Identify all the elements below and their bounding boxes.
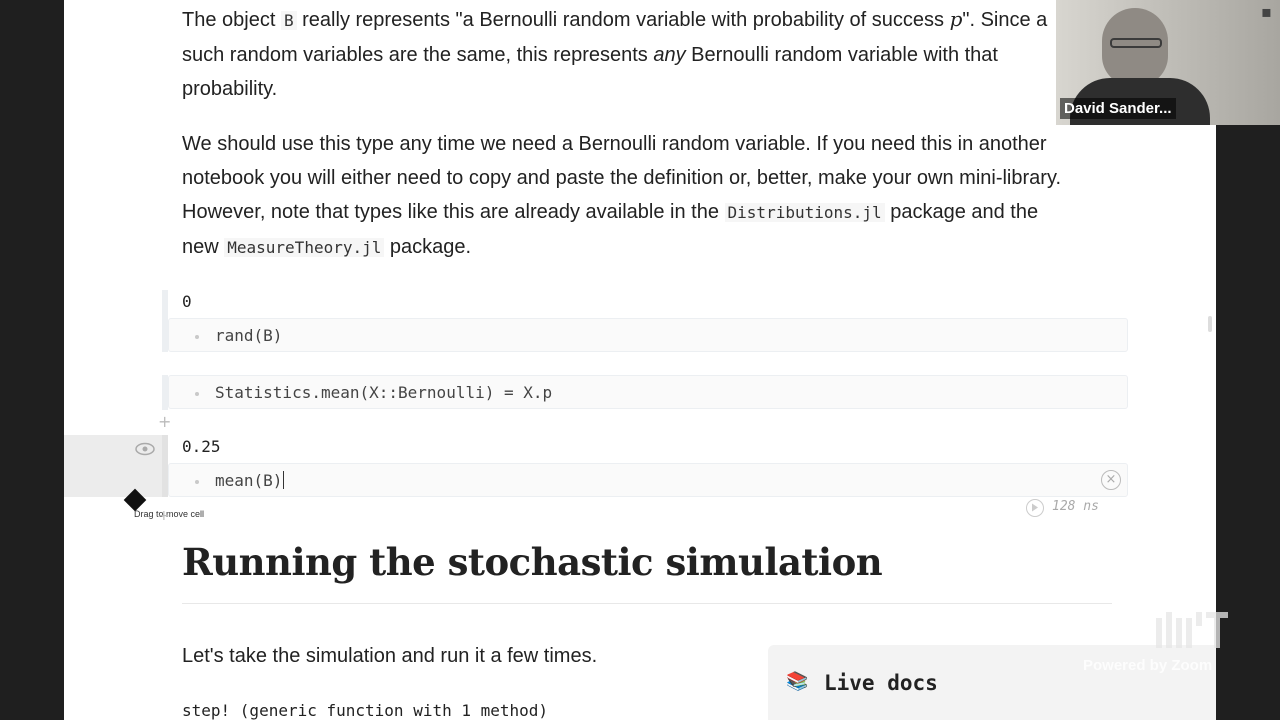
paragraph-bernoulli-object: The object B really represents "a Bernou… [182, 7, 1048, 100]
participant-name: David Sander... [1060, 98, 1176, 119]
section-heading: Running the stochastic simulation [182, 540, 883, 584]
scrollbar-thumb[interactable] [1208, 316, 1212, 332]
cell-input[interactable]: Statistics.mean(X::Bernoulli) = X.p [168, 375, 1128, 409]
cell-dot-icon [195, 335, 199, 339]
cell-input-focused[interactable]: mean(B) × [168, 463, 1128, 497]
video-thumbnail[interactable]: ▪ David Sander... [1056, 0, 1280, 125]
cell-output: 0 [182, 292, 192, 311]
eye-icon[interactable] [134, 440, 156, 458]
play-icon [1032, 503, 1038, 512]
window-grip-icon[interactable]: ▪ [1261, 2, 1272, 21]
cell-dot-icon [195, 392, 199, 396]
text-cursor [283, 471, 285, 489]
cell-code[interactable]: mean(B) [215, 470, 285, 492]
cell-output: 0.25 [182, 437, 221, 456]
cell-code[interactable]: rand(B) [215, 325, 282, 347]
heading-divider [182, 603, 1112, 604]
add-cell-icon[interactable]: + [158, 412, 171, 431]
delete-cell-icon[interactable]: × [1101, 470, 1121, 490]
paragraph-type-usage: We should use this type any time we need… [182, 133, 1062, 258]
inline-code: B [280, 11, 297, 30]
cell-dot-icon [195, 480, 199, 484]
live-docs-label: Live docs [824, 671, 938, 695]
mit-logo [1156, 612, 1230, 650]
add-cell-icon[interactable]: + [158, 508, 170, 524]
notebook-page: The object B really represents "a Bernou… [64, 0, 1216, 720]
zoom-watermark: Powered by Zoom [1083, 657, 1213, 674]
run-cell-button[interactable] [1026, 499, 1044, 517]
books-icon: 📚 [786, 671, 809, 692]
cell-code[interactable]: Statistics.mean(X::Bernoulli) = X.p [215, 382, 552, 404]
runtime-label: 128 ns [1052, 499, 1099, 514]
inline-code: MeasureTheory.jl [224, 238, 385, 257]
inline-code: Distributions.jl [724, 203, 885, 222]
cell-input[interactable]: rand(B) [168, 318, 1128, 352]
cell-output: step! (generic function with 1 method) [182, 701, 549, 720]
participant-glasses [1110, 38, 1162, 48]
math-p: p [949, 7, 963, 31]
